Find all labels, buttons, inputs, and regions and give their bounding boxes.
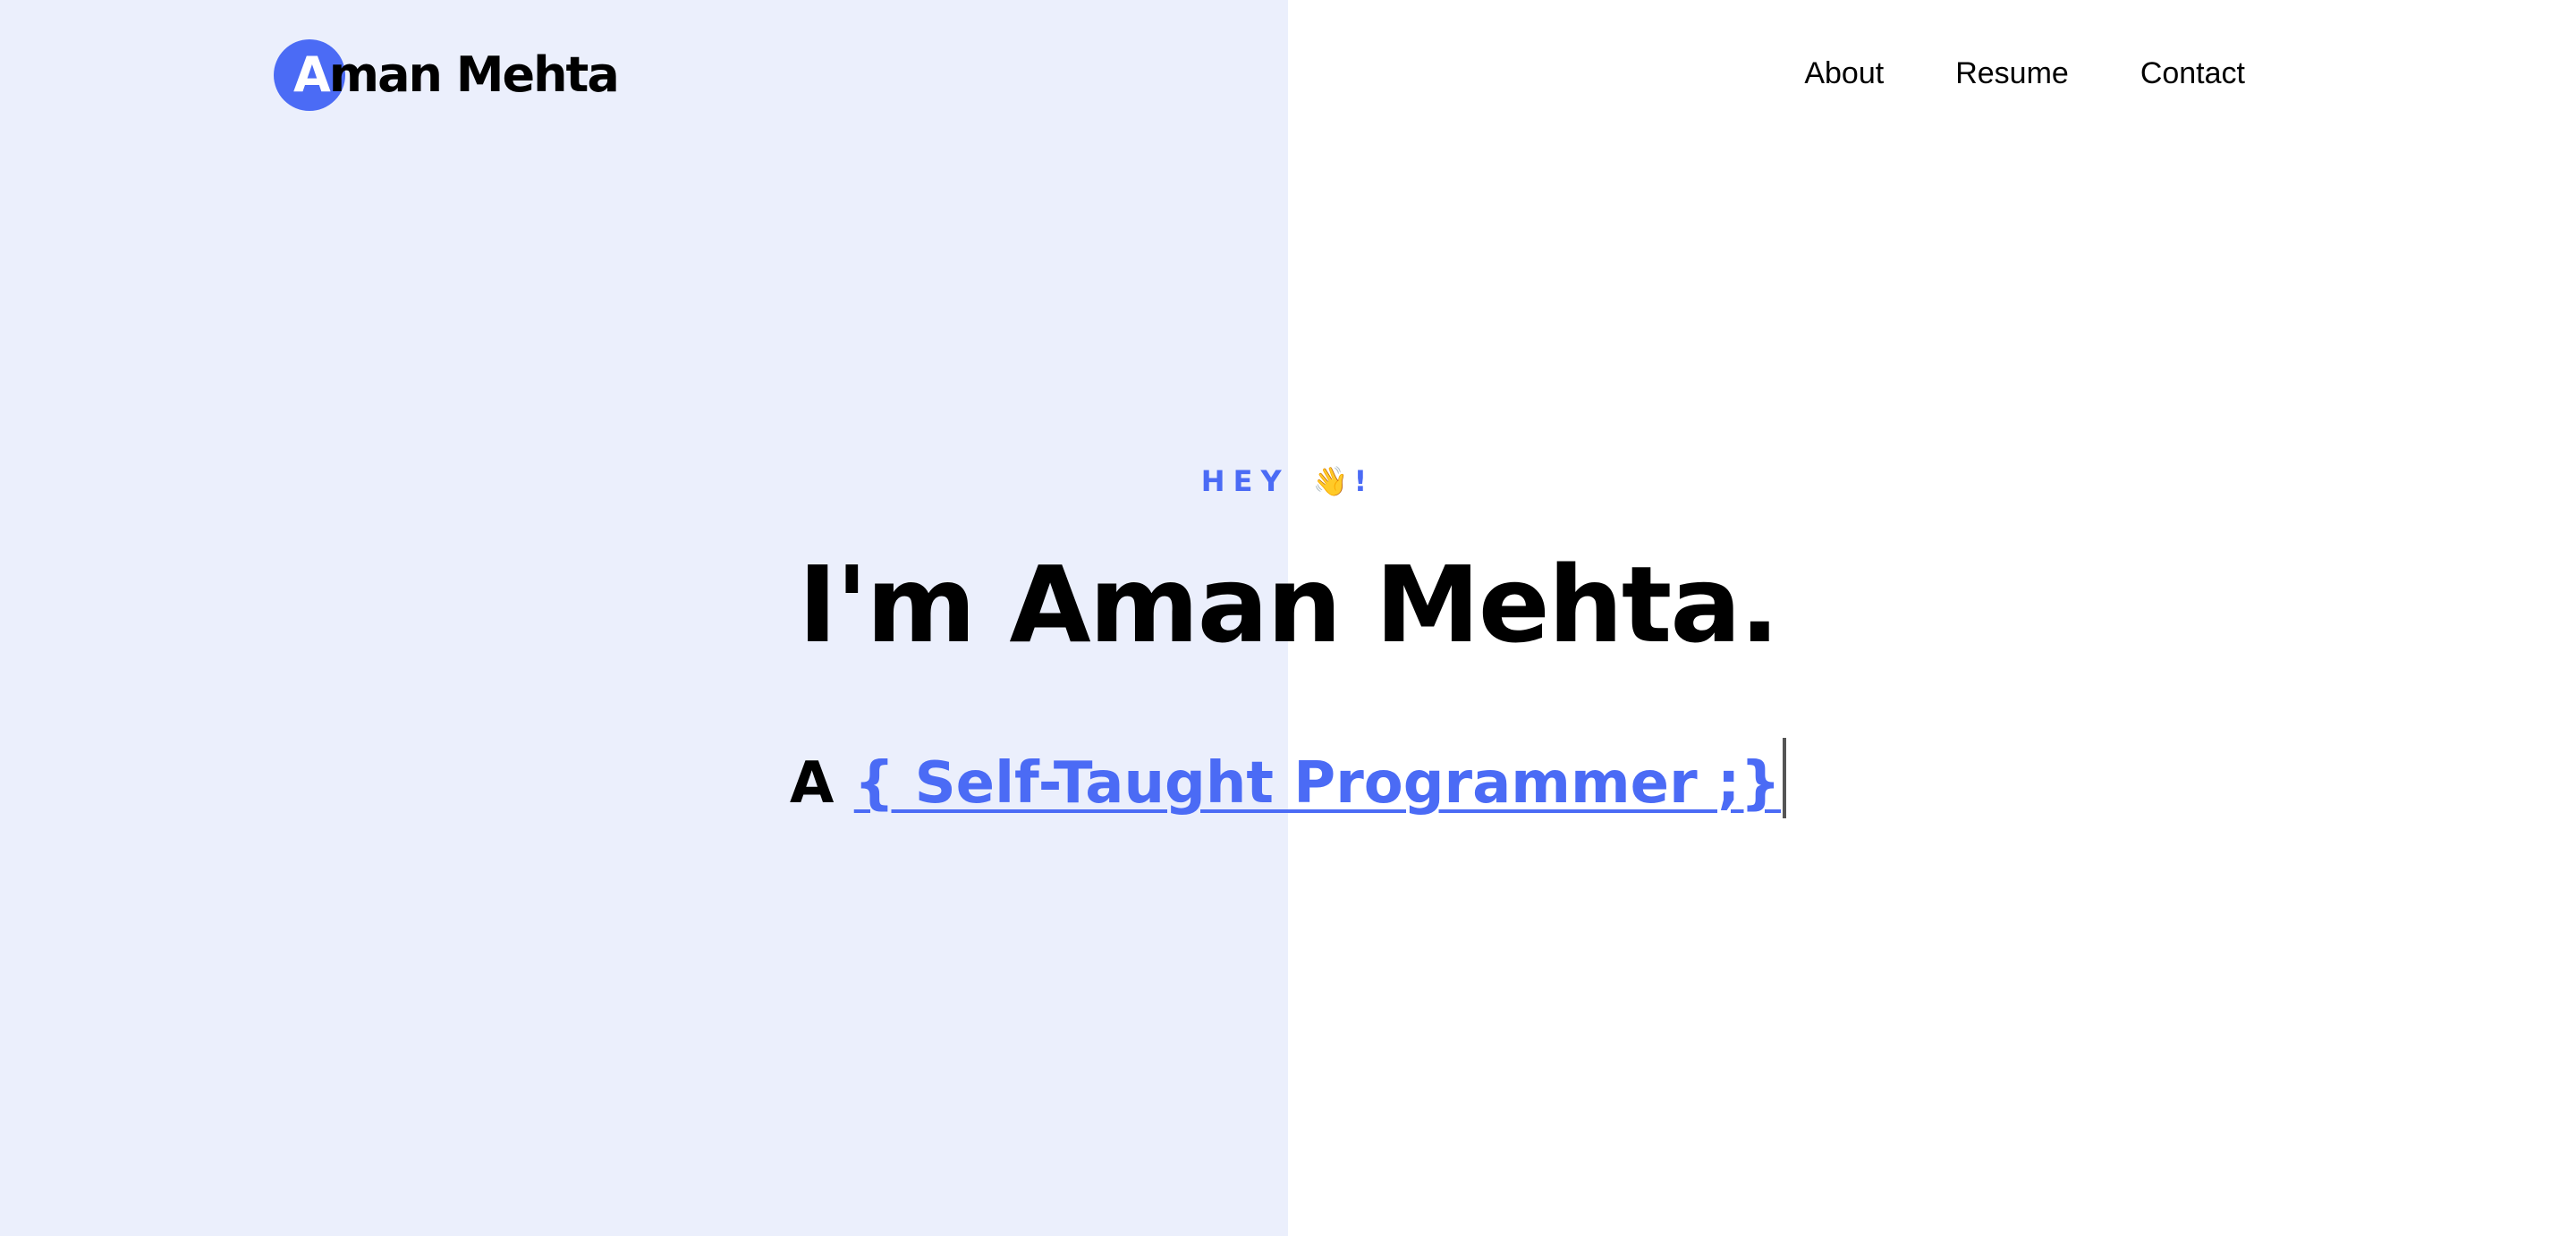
hero-subtitle: A { Self-Taught Programmer ;} xyxy=(0,738,2576,824)
page: Aman Mehta About Resume Contact HEY 👋! I… xyxy=(0,0,2576,1236)
nav-contact-link[interactable]: Contact xyxy=(2140,50,2245,97)
logo-text: Aman Mehta xyxy=(293,39,620,111)
typing-cursor xyxy=(1783,738,1787,819)
hero-title: I'm Aman Mehta. xyxy=(798,543,1779,666)
nav-resume-link[interactable]: Resume xyxy=(1955,50,2069,97)
logo-initial: A xyxy=(293,47,331,103)
greeting-suffix: ! xyxy=(1353,464,1376,498)
logo-link[interactable]: Aman Mehta xyxy=(274,39,620,111)
nav-about-link[interactable]: About xyxy=(1804,50,1884,97)
main-nav: About Resume Contact xyxy=(1804,50,2245,97)
site-header: Aman Mehta About Resume Contact xyxy=(0,0,2576,152)
typed-role-text: { Self-Taught Programmer ;} xyxy=(853,750,1782,817)
subtitle-prefix: A xyxy=(789,750,835,817)
waving-hand-icon: 👋 xyxy=(1312,464,1349,498)
hero-greeting: HEY 👋! xyxy=(0,456,2576,506)
greeting-text: HEY xyxy=(1200,464,1290,498)
hero-section: HEY 👋! I'm Aman Mehta. A { Self-Taught P… xyxy=(0,456,2576,824)
logo-name: man Mehta xyxy=(328,47,620,103)
